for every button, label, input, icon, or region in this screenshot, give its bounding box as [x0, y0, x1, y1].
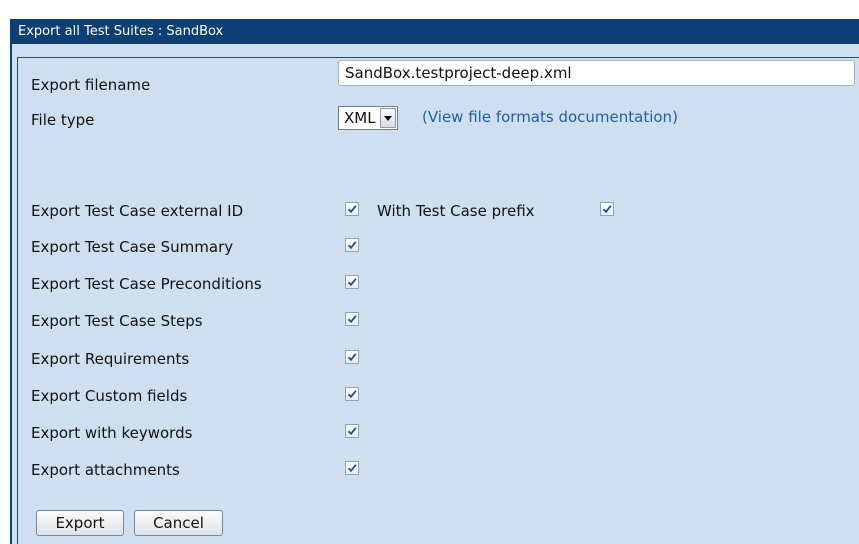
checkmark-icon: [347, 353, 357, 362]
checkmark-icon: [347, 390, 357, 399]
prefix-label: With Test Case prefix: [377, 202, 535, 220]
filename-input[interactable]: [338, 60, 855, 86]
option-label-custom-fields: Export Custom fields: [31, 387, 188, 405]
checkmark-icon: [602, 205, 612, 214]
checkmark-icon: [347, 241, 357, 250]
filetype-label: File type: [31, 111, 95, 129]
filetype-selected-value: XML: [344, 109, 376, 127]
checkbox-external-id[interactable]: [345, 202, 359, 216]
checkmark-icon: [347, 278, 357, 287]
checkbox-attachments[interactable]: [345, 461, 359, 475]
checkbox-keywords[interactable]: [345, 424, 359, 438]
option-label-attachments: Export attachments: [31, 461, 180, 479]
export-dialog: Export all Test Suites : SandBox Export …: [10, 19, 859, 544]
filetype-select[interactable]: XML: [338, 106, 398, 130]
dialog-title: Export all Test Suites : SandBox: [12, 19, 859, 44]
option-label-external-id: Export Test Case external ID: [31, 202, 244, 220]
filename-label: Export filename: [31, 76, 151, 94]
option-label-steps: Export Test Case Steps: [31, 312, 203, 330]
checkmark-icon: [347, 205, 357, 214]
checkbox-steps[interactable]: [345, 312, 359, 326]
checkmark-icon: [347, 315, 357, 324]
option-label-summary: Export Test Case Summary: [31, 238, 234, 256]
export-button[interactable]: Export: [36, 510, 124, 536]
checkmark-icon: [347, 427, 357, 436]
checkmark-icon: [347, 464, 357, 473]
option-label-keywords: Export with keywords: [31, 424, 193, 442]
option-label-preconditions: Export Test Case Preconditions: [31, 275, 262, 293]
checkbox-summary[interactable]: [345, 238, 359, 252]
checkbox-requirements[interactable]: [345, 350, 359, 364]
option-label-requirements: Export Requirements: [31, 350, 190, 368]
cancel-button[interactable]: Cancel: [134, 510, 223, 536]
checkbox-custom-fields[interactable]: [345, 387, 359, 401]
file-formats-doc-link[interactable]: (View file formats documentation): [422, 108, 678, 126]
chevron-down-icon[interactable]: [379, 108, 396, 128]
checkbox-prefix[interactable]: [600, 202, 614, 216]
checkbox-preconditions[interactable]: [345, 275, 359, 289]
